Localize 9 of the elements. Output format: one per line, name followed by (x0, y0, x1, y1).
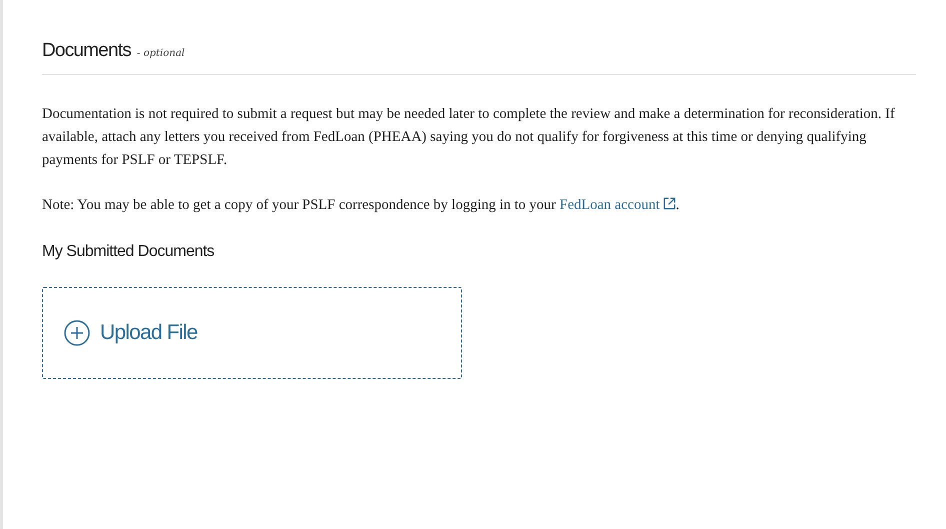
fedloan-account-link[interactable]: FedLoan account (560, 197, 676, 213)
note-text: Note: You may be able to get a copy of your PSLF correspondence by logging in to your FedLoan account . (42, 196, 680, 215)
description-text: Documentation is not required to submit a request but may be needed later to complete the review and make a determination for reconsideration. If available, attach any letters you received from FedLoan (PHEAA) saying you do not qualify for forgiveness at this time or denying qualifying payments for PSLF or TEPSLF. (42, 105, 896, 170)
optional-label: - optional (136, 48, 185, 59)
plus-circle-icon (64, 320, 90, 346)
external-link-icon (662, 197, 676, 210)
section-title: Documents (42, 40, 131, 62)
upload-file-button[interactable]: Upload File (42, 287, 462, 379)
submitted-documents-heading: My Submitted Documents (42, 243, 216, 261)
